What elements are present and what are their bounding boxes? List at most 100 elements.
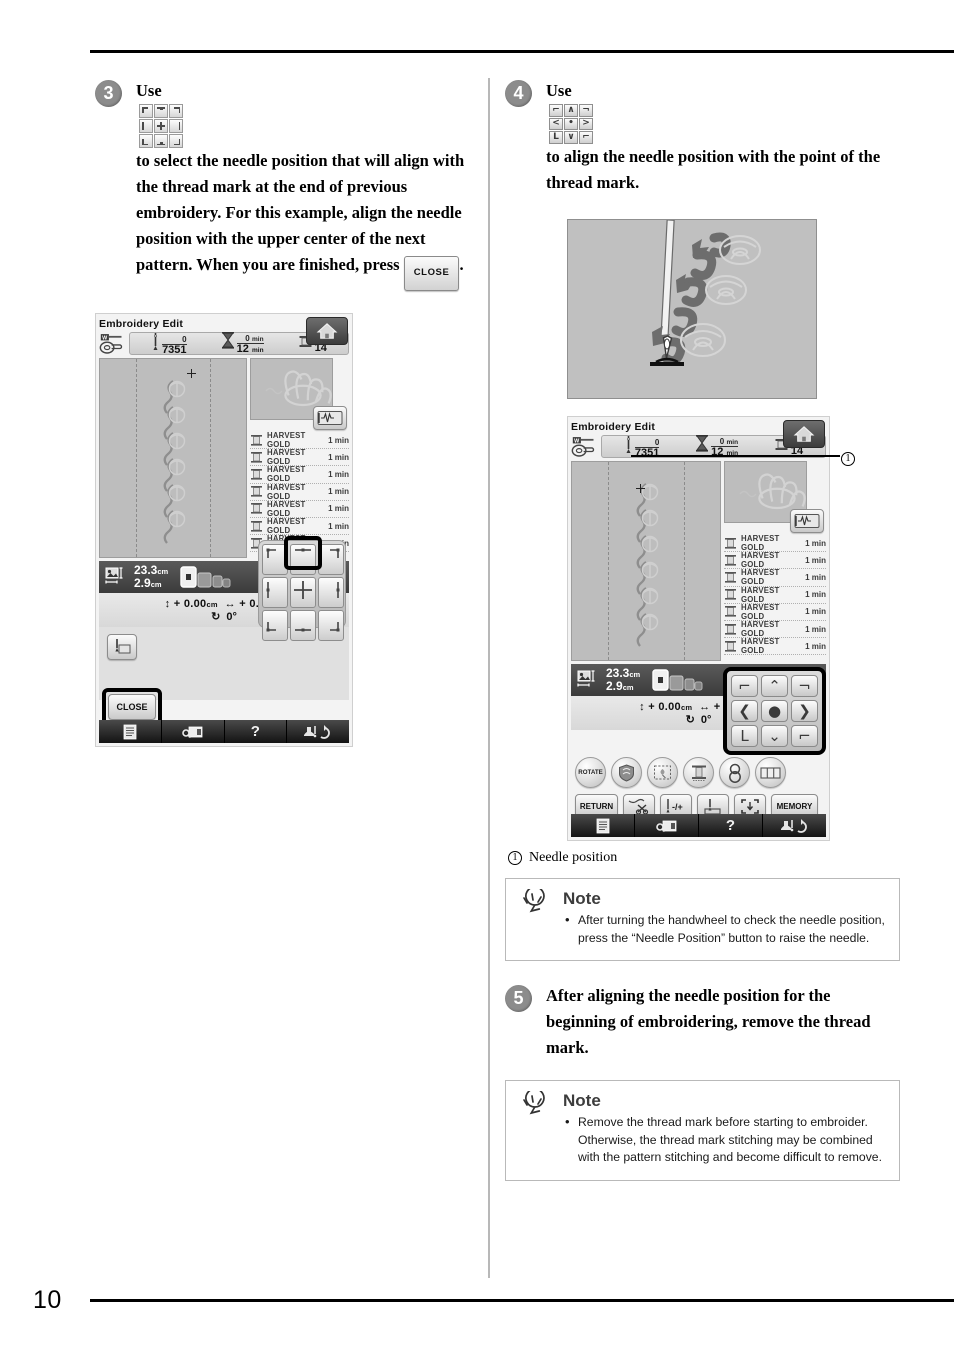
thread-row[interactable]: HARVEST GOLD 1 min xyxy=(724,620,826,639)
vertical-offset-unit: cm xyxy=(680,702,693,712)
page-number: 10 xyxy=(33,1286,62,1314)
help-icon[interactable]: ? xyxy=(225,720,288,743)
rotate-key[interactable]: ROTATE xyxy=(575,757,606,788)
move-top-right-key[interactable]: ¬ xyxy=(791,675,818,697)
thread-row[interactable]: HARVEST GOLD 1 min xyxy=(724,551,826,570)
border-key[interactable] xyxy=(611,757,642,788)
thread-density-key[interactable] xyxy=(683,757,714,788)
thread-name: HARVEST GOLD xyxy=(741,551,780,570)
thread-spool-icon xyxy=(250,468,263,481)
machine-settings-icon[interactable] xyxy=(162,720,225,743)
step-4-badge: 4 xyxy=(505,80,532,107)
position-key-bottom-center[interactable] xyxy=(290,610,316,641)
move-center-key[interactable]: ● xyxy=(761,700,788,722)
thread-row[interactable]: HARVEST GOLD 1 min xyxy=(724,637,826,656)
thread-row[interactable]: HARVEST GOLD 1 min xyxy=(250,500,349,518)
help-icon[interactable]: ? xyxy=(699,814,763,837)
stitch-current: 0 xyxy=(654,437,660,447)
thread-time: 1 min xyxy=(805,641,826,651)
step-4: 4 Use ⌐ ∧ ¬ < • > L ∨ ⌐ to align the needle posi… xyxy=(505,78,900,196)
position-key-bottom-right[interactable] xyxy=(318,610,344,641)
thread-name: HARVEST GOLD xyxy=(267,517,306,536)
stitch-count-stat: 0 7351 xyxy=(151,332,187,356)
thread-time: 1 min xyxy=(328,487,349,497)
step-4-text-lead: Use xyxy=(546,81,572,100)
pattern-origin-crosshair xyxy=(187,369,196,378)
position-key-middle-left[interactable] xyxy=(262,577,288,608)
move-bottom-right-key[interactable]: ⌐ xyxy=(791,725,818,747)
document-icon[interactable] xyxy=(99,720,162,743)
thread-color-list-left: HARVEST GOLD 1 min HARVEST GOLD 1 min HA… xyxy=(250,431,349,553)
thread-row[interactable]: HARVEST GOLD 1 min xyxy=(724,568,826,587)
selected-position-highlight xyxy=(284,536,322,570)
stitch-simulator-key[interactable] xyxy=(313,406,347,430)
thread-time: 1 min xyxy=(328,435,349,445)
thread-row[interactable]: HARVEST GOLD 1 min xyxy=(250,483,349,501)
thread-row[interactable]: HARVEST GOLD 1 min xyxy=(724,534,826,553)
note-box-2: Note Remove the thread mark before start… xyxy=(505,1080,900,1181)
machine-settings-icon[interactable] xyxy=(635,814,699,837)
rotation-icon: ↻ xyxy=(685,713,695,726)
vertical-move-icon: ↕ xyxy=(639,700,645,713)
stitch-simulator-key[interactable] xyxy=(790,509,824,533)
needle-position-key[interactable] xyxy=(107,634,137,660)
thread-row[interactable]: HARVEST GOLD 1 min xyxy=(250,431,349,450)
thread-name: HARVEST GOLD xyxy=(267,448,306,467)
position-key-center[interactable] xyxy=(290,577,316,608)
move-down-key[interactable]: ⌄ xyxy=(761,725,788,747)
position-key-bottom-left[interactable] xyxy=(262,610,288,641)
lcd-screenshot-right: Embroidery Edit W 0 7351 0 min 12 min 14… xyxy=(567,416,830,841)
applique-key[interactable] xyxy=(647,757,678,788)
note-item: After turning the handwheel to check the… xyxy=(563,911,885,947)
page-bottom-rule xyxy=(90,1299,954,1302)
arrow-key-bottom-left: L xyxy=(549,131,563,144)
thread-color-list-right: HARVEST GOLD 1 min HARVEST GOLD 1 min HA… xyxy=(724,534,826,656)
memory-key-label: MEMORY xyxy=(776,801,813,811)
document-icon[interactable] xyxy=(571,814,635,837)
move-right-key[interactable]: ❯ xyxy=(791,700,818,722)
thread-time: 1 min xyxy=(805,572,826,582)
home-button[interactable] xyxy=(783,420,825,448)
size-icon xyxy=(577,670,599,690)
thread-guide-icon[interactable] xyxy=(763,814,826,837)
thread-row[interactable]: HARVEST GOLD 1 min xyxy=(250,465,349,484)
thread-spool-w-icon: W xyxy=(571,436,598,458)
pattern-size-values: 23.3cm 2.9cm xyxy=(606,667,640,692)
multi-color-key[interactable] xyxy=(719,757,750,788)
move-left-key[interactable]: ❮ xyxy=(731,700,758,722)
horizontal-move-icon: ↔ xyxy=(699,700,711,713)
thread-row[interactable]: HARVEST GOLD 1 min xyxy=(250,517,349,536)
thread-guide-icon[interactable] xyxy=(287,720,349,743)
move-up-key[interactable]: ⌃ xyxy=(761,675,788,697)
thread-spool-icon xyxy=(724,571,737,584)
array-key[interactable] xyxy=(755,757,786,788)
thread-time: 1 min xyxy=(328,469,349,479)
move-top-left-key[interactable]: ⌐ xyxy=(731,675,758,697)
home-button[interactable] xyxy=(306,317,348,345)
thread-spool-icon xyxy=(250,434,263,447)
arrow-key-down: ∨ xyxy=(564,131,578,144)
step-3-text: Use to select the needle position that w… xyxy=(136,78,480,291)
close-button-inline[interactable]: CLOSE xyxy=(403,256,460,291)
arrow-key-center: • xyxy=(564,117,578,131)
embroidery-pattern-preview xyxy=(626,470,666,655)
thread-time: 1 min xyxy=(805,590,826,600)
thread-row[interactable]: HARVEST GOLD 1 min xyxy=(250,448,349,467)
thread-row[interactable]: HARVEST GOLD 1 min xyxy=(724,603,826,621)
caption-label: Needle position xyxy=(529,850,618,865)
pattern-preview-pane[interactable] xyxy=(571,461,721,661)
arrow-key-top-right: ¬ xyxy=(579,104,593,117)
note-title: Note xyxy=(563,1091,601,1110)
arrow-key-top-left: ⌐ xyxy=(549,104,563,117)
arrow-key-up: ∧ xyxy=(564,104,578,117)
step-4-text-body: to align the needle position with the po… xyxy=(546,147,881,192)
step-5: 5 After aligning the needle position for… xyxy=(505,983,900,1061)
move-bottom-left-key[interactable]: L xyxy=(731,725,758,747)
thread-row[interactable]: HARVEST GOLD 1 min xyxy=(724,586,826,604)
pattern-preview-pane[interactable] xyxy=(99,358,247,558)
needle-move-arrow-pad[interactable]: ⌐ ⌃ ¬ ❮ ● ❯ L ⌄ ⌐ xyxy=(723,667,826,755)
position-key-middle-right[interactable] xyxy=(318,577,344,608)
thread-name: HARVEST GOLD xyxy=(741,534,780,553)
vertical-offset: + 0.00 xyxy=(173,597,207,610)
vertical-move-icon: ↕ xyxy=(164,597,171,610)
